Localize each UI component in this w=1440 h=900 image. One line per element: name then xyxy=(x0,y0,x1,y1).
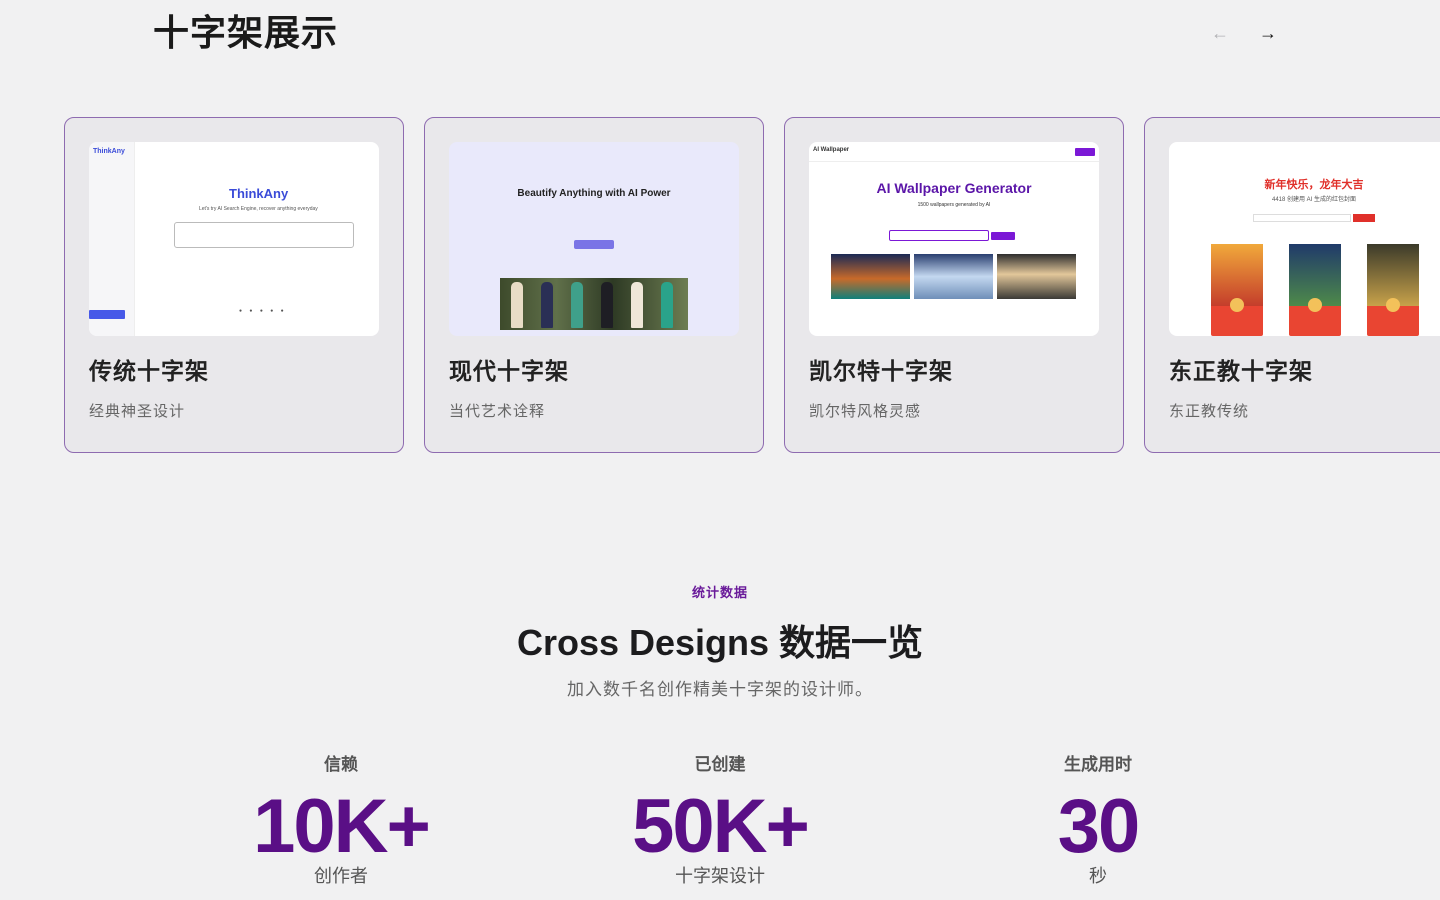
card-title: 东正教十字架 xyxy=(1169,358,1313,384)
thumb-input xyxy=(1253,214,1351,222)
card-title: 传统十字架 xyxy=(89,358,209,384)
thumb-image xyxy=(831,254,910,299)
stat-value: 30 xyxy=(1057,784,1141,869)
thumb-envelope xyxy=(1289,244,1341,336)
showcase-card[interactable]: ThinkAny ThinkAny Let's try AI Search En… xyxy=(64,117,404,453)
card-thumbnail: AI Wallpaper AI Wallpaper Generator 1500… xyxy=(809,142,1099,336)
showcase-card[interactable]: AI Wallpaper AI Wallpaper Generator 1500… xyxy=(784,117,1124,453)
thumb-envelope xyxy=(1367,244,1419,336)
thumb-figure xyxy=(511,282,523,328)
showcase-card[interactable]: 新年快乐，龙年大吉 4418 创建用 AI 生成的红包封面 东正教十字架 东正教… xyxy=(1144,117,1440,453)
showcase-title: 十字架展示 xyxy=(153,12,339,53)
thumb-logo: AI Wallpaper xyxy=(813,147,850,153)
card-thumbnail: Beautify Anything with AI Power xyxy=(449,142,739,336)
stat-label: 已创建 xyxy=(694,755,746,774)
thumb-search-box xyxy=(174,222,354,248)
thumb-signin-bar xyxy=(89,310,125,319)
thumb-search-button xyxy=(991,232,1015,240)
thumb-figure xyxy=(631,282,643,328)
thumb-logo: ThinkAny xyxy=(93,148,125,155)
arrow-left-icon: ← xyxy=(1211,22,1229,43)
card-thumbnail: 新年快乐，龙年大吉 4418 创建用 AI 生成的红包封面 xyxy=(1169,142,1440,336)
thumb-image xyxy=(914,254,993,299)
showcase-card[interactable]: Beautify Anything with AI Power 现代十字架 当代… xyxy=(424,117,764,453)
thumb-envelope xyxy=(1211,244,1263,336)
stat-unit: 创作者 xyxy=(314,866,368,886)
thumb-cta xyxy=(1075,148,1095,156)
thumb-header xyxy=(809,142,1099,162)
thumb-headline: AI Wallpaper Generator xyxy=(876,180,1032,196)
showcase-carousel: ThinkAny ThinkAny Let's try AI Search En… xyxy=(64,117,1440,453)
thumb-headline: Beautify Anything with AI Power xyxy=(517,188,671,199)
thumb-figure xyxy=(601,282,613,328)
stat-unit: 十字架设计 xyxy=(675,866,765,886)
card-subtitle: 当代艺术诠释 xyxy=(449,403,546,420)
stats-eyebrow: 统计数据 xyxy=(691,585,748,600)
thumb-tagline: Let's try AI Search Engine, recover anyt… xyxy=(199,206,318,212)
thumb-icons: ● ● ● ● ● xyxy=(239,308,287,314)
stat-value: 10K+ xyxy=(253,784,431,869)
thumb-search xyxy=(889,230,989,241)
thumb-figure xyxy=(661,282,673,328)
arrow-right-icon: → xyxy=(1259,22,1277,43)
thumb-sidebar xyxy=(89,142,135,336)
thumb-brand: ThinkAny xyxy=(229,186,289,201)
card-thumbnail: ThinkAny ThinkAny Let's try AI Search En… xyxy=(89,142,379,336)
stats-title: Cross Designs 数据一览 xyxy=(516,622,924,663)
stat-label: 信赖 xyxy=(324,755,358,774)
carousel-prev-button[interactable]: ← xyxy=(1205,18,1235,48)
thumb-figure xyxy=(571,282,583,328)
card-subtitle: 经典神圣设计 xyxy=(89,403,186,420)
card-subtitle: 凯尔特风格灵感 xyxy=(809,403,922,420)
stat-unit: 秒 xyxy=(1089,866,1107,886)
thumb-image xyxy=(997,254,1076,299)
thumb-figure xyxy=(541,282,553,328)
stat-item: 生成用时 30 秒 xyxy=(948,750,1248,888)
stats-description: 加入数千名创作精美十字架的设计师。 xyxy=(567,680,873,699)
stat-value: 50K+ xyxy=(632,784,810,869)
carousel-next-button[interactable]: → xyxy=(1253,18,1283,48)
thumb-button xyxy=(574,240,614,249)
thumb-subline: 4418 创建用 AI 生成的红包封面 xyxy=(1271,197,1357,203)
thumb-button xyxy=(1353,214,1375,222)
card-subtitle: 东正教传统 xyxy=(1169,403,1250,420)
card-title: 现代十字架 xyxy=(449,358,569,384)
stat-item: 已创建 50K+ 十字架设计 xyxy=(570,750,870,888)
thumb-photo xyxy=(500,278,688,330)
card-title: 凯尔特十字架 xyxy=(809,358,953,384)
thumb-subline: 1500 wallpapers generated by AI xyxy=(917,202,991,208)
stat-item: 信赖 10K+ 创作者 xyxy=(191,750,491,888)
stat-label: 生成用时 xyxy=(1064,755,1132,774)
thumb-headline: 新年快乐，龙年大吉 xyxy=(1264,179,1364,191)
